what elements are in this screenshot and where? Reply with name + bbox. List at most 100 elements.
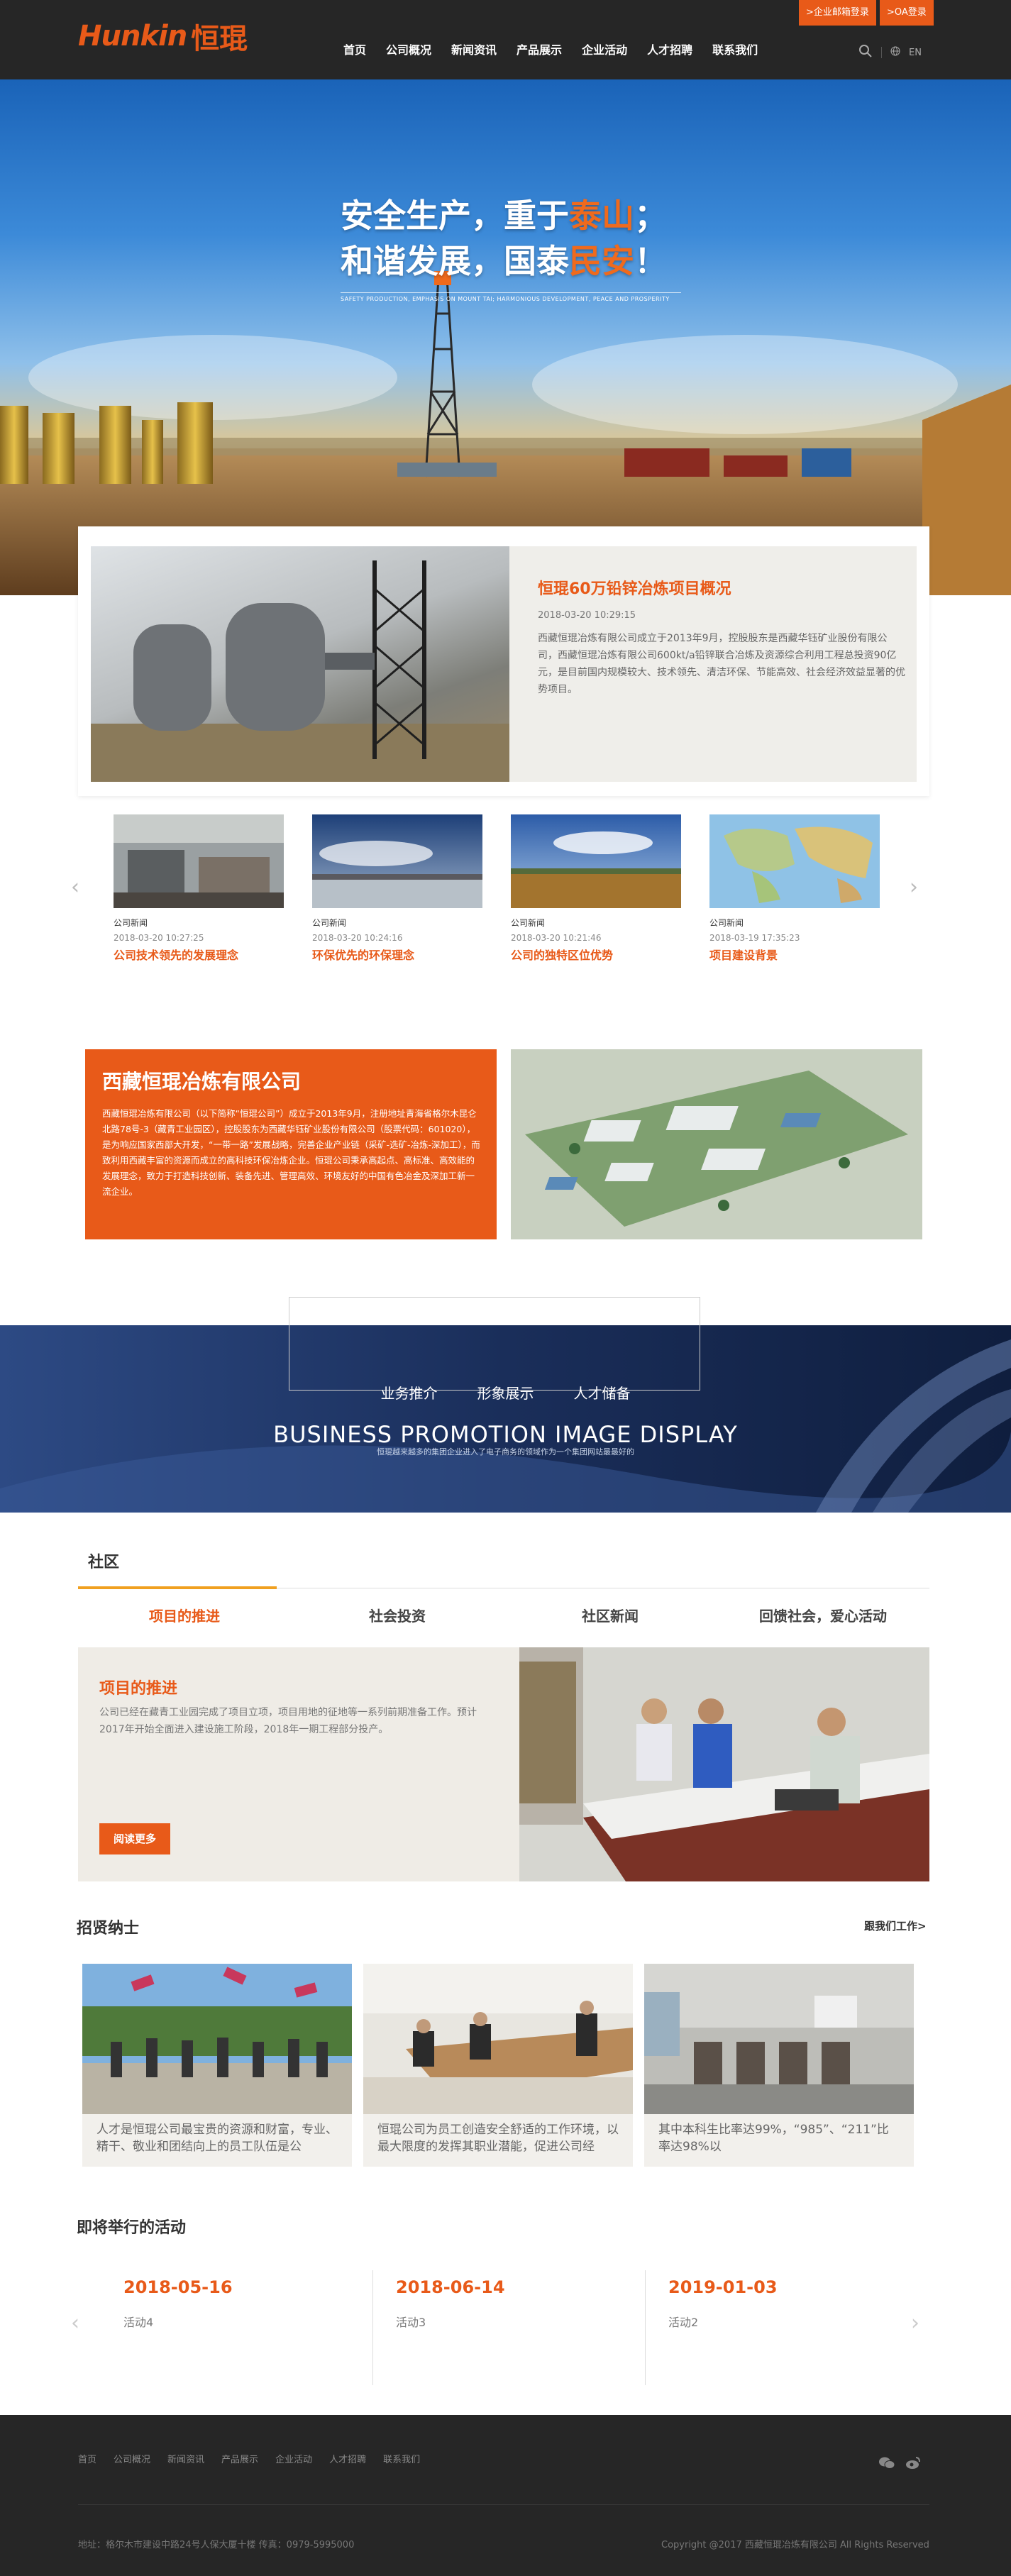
news-date: 2018-03-20 10:27:25 [114,933,204,943]
footer-nav-item[interactable]: 联系我们 [383,2452,420,2465]
news-date: 2018-03-20 10:24:16 [312,933,403,943]
events-heading: 即将举行的活动 [77,2219,187,2237]
community-heading: 社区 [88,1554,120,1571]
news-date: 2018-03-20 10:21:46 [511,933,602,943]
business-nav: 业务推介 形象展示 人才储备 [0,1382,1011,1403]
event-item[interactable]: 2018-06-14 活动3 [376,2270,646,2385]
intro-desc: 西藏恒琨冶炼有限公司成立于2013年9月，控股股东是西藏华钰矿业股份有限公司，西… [538,633,905,695]
divider [881,47,882,58]
join-us-link[interactable]: 跟我们工作> [864,1918,927,1933]
event-date: 2018-05-16 [123,2277,233,2297]
email-login-button[interactable]: >企业邮箱登录 [799,0,876,26]
event-item[interactable]: 2019-01-03 活动2 [648,2270,918,2385]
project-overview-card[interactable]: 恒琨60万铅锌冶炼项目概况 2018-03-20 10:29:15 西藏恒琨冶炼… [78,526,929,796]
footer-nav: 首页 公司概况 新闻资讯 产品展示 企业活动 人才招聘 联系我们 [78,2452,420,2465]
event-date: 2019-01-03 [668,2277,778,2297]
logo[interactable]: Hunkin 恒琨 [78,18,248,55]
meeting-photo [519,1647,929,1881]
hero-slogan: 安全生产，重于泰山； 和谐发展，国泰民安！ [341,197,667,280]
event-date: 2018-06-14 [396,2277,505,2297]
hero-illustration [0,271,1011,595]
community-desc: 公司已经在藏青工业园完成了项目立项，项目用地的征地等一系列前期准备工作。预计20… [99,1707,477,1735]
recruit-card-text: 其中本科生比率达99%，“985”、“211”比率达98%以 [658,2123,889,2154]
tab-charity[interactable]: 回馈社会，爱心活动 [717,1605,929,1625]
news-next-arrow[interactable]: › [910,875,918,900]
footer-address: 地址：格尔木市建设中路24号人保大厦十楼 传真：0979-5995000 [78,2540,355,2550]
business-subtitle: 恒琨越来越多的集团企业进入了电子商务的领域作为一个集团网站最最好的 [377,1447,634,1456]
event-name[interactable]: 活动3 [396,2313,426,2330]
news-thumb [114,814,284,908]
search-icon[interactable] [858,44,873,61]
business-nav-item[interactable]: 业务推介 [381,1382,438,1403]
read-more-button[interactable]: 阅读更多 [99,1823,170,1854]
tab-project-progress[interactable]: 项目的推进 [78,1605,291,1625]
news-thumb [511,814,681,908]
oa-login-button[interactable]: >OA登录 [880,0,934,26]
recruit-card[interactable]: 人才是恒琨公司最宝贵的资源和财富，专业、精干、敬业和团结向上的员工队伍是公 [82,1964,352,2167]
business-title: BUSINESS PROMOTION IMAGE DISPLAY [273,1421,738,1448]
news-category: 公司新闻 [511,918,546,928]
wechat-icon[interactable] [878,2456,895,2474]
hero-subline: SAFETY PRODUCTION, EMPHASIS ON MOUNT TAI… [341,292,681,302]
news-prev-arrow[interactable]: ‹ [71,875,79,900]
lang-switch[interactable]: EN [909,48,922,58]
business-nav-item[interactable]: 形象展示 [477,1382,534,1403]
news-title[interactable]: 项目建设背景 [709,946,880,963]
nav-activities[interactable]: 企业活动 [572,40,637,57]
recruit-card-text: 人才是恒琨公司最宝贵的资源和财富，专业、精干、敬业和团结向上的员工队伍是公 [96,2123,338,2154]
logo-en: Hunkin [78,20,187,52]
news-item[interactable]: 公司新闻 2018-03-20 10:24:16 环保优先的环保理念 [312,814,482,963]
community-panel: 项目的推进 公司已经在藏青工业园完成了项目立项，项目用地的征地等一系列前期准备工… [78,1647,519,1881]
news-category: 公司新闻 [709,918,744,928]
news-title[interactable]: 公司技术领先的发展理念 [114,946,284,963]
team-photo [82,1964,352,2114]
nav-products[interactable]: 产品展示 [507,40,572,57]
news-thumb [312,814,482,908]
recruit-heading: 招贤纳士 [77,1920,140,1937]
footer-nav-item[interactable]: 新闻资讯 [167,2452,204,2465]
logo-cn: 恒琨 [191,23,248,55]
tab-community-news[interactable]: 社区新闻 [504,1605,717,1625]
plant-photo [91,546,509,782]
business-nav-item[interactable]: 人才储备 [574,1382,631,1403]
nav-about[interactable]: 公司概况 [376,40,441,57]
events-prev-arrow[interactable]: ‹ [71,2311,79,2335]
recruit-card[interactable]: 恒琨公司为员工创造安全舒适的工作环境，以最大限度的发挥其职业潜能，促进公司经 [363,1964,633,2167]
event-item[interactable]: 2018-05-16 活动4 [104,2270,373,2385]
company-name[interactable]: 西藏恒琨冶炼有限公司 [102,1066,301,1095]
community-title: 项目的推进 [99,1680,178,1698]
tab-social-investment[interactable]: 社会投资 [291,1605,504,1625]
recruit-card[interactable]: 其中本科生比率达99%，“985”、“211”比率达98%以 [644,1964,914,2167]
news-item[interactable]: 公司新闻 2018-03-19 17:35:23 项目建设背景 [709,814,880,963]
footer-nav-item[interactable]: 产品展示 [221,2452,258,2465]
news-item[interactable]: 公司新闻 2018-03-20 10:21:46 公司的独特区位优势 [511,814,681,963]
news-thumb [709,814,880,908]
community-tabs: 项目的推进 社会投资 社区新闻 回馈社会，爱心活动 [78,1605,929,1625]
company-intro: 西藏恒琨冶炼有限公司 西藏恒琨冶炼有限公司（以下简称“恒琨公司”）成立于2013… [85,1049,497,1239]
intro-title[interactable]: 恒琨60万铅锌冶炼项目概况 [538,576,731,599]
news-date: 2018-03-19 17:35:23 [709,933,800,943]
footer-nav-item[interactable]: 公司概况 [114,2452,150,2465]
news-title[interactable]: 公司的独特区位优势 [511,946,681,963]
training-photo [363,1964,633,2114]
news-item[interactable]: 公司新闻 2018-03-20 10:27:25 公司技术领先的发展理念 [114,814,284,963]
globe-icon[interactable] [890,46,900,59]
news-title[interactable]: 环保优先的环保理念 [312,946,482,963]
news-category: 公司新闻 [312,918,347,928]
plant-aerial-photo [511,1049,922,1239]
nav-news[interactable]: 新闻资讯 [441,40,507,57]
event-name[interactable]: 活动4 [123,2313,153,2330]
footer-nav-item[interactable]: 企业活动 [275,2452,312,2465]
nav-careers[interactable]: 人才招聘 [637,40,702,57]
footer-nav-item[interactable]: 人才招聘 [329,2452,366,2465]
weibo-icon[interactable] [905,2456,921,2474]
nav-home[interactable]: 首页 [333,40,376,57]
active-indicator [78,1586,277,1589]
footer-nav-item[interactable]: 首页 [78,2452,96,2465]
recruit-card-text: 恒琨公司为员工创造安全舒适的工作环境，以最大限度的发挥其职业潜能，促进公司经 [377,2123,619,2154]
nav-contact[interactable]: 联系我们 [702,40,768,57]
business-frame [289,1297,700,1391]
event-name[interactable]: 活动2 [668,2313,698,2330]
company-desc: 西藏恒琨冶炼有限公司（以下简称“恒琨公司”）成立于2013年9月，注册地址青海省… [102,1108,480,1197]
footer-copyright: Copyright @2017 西藏恒琨冶炼有限公司 All Rights Re… [661,2540,929,2550]
